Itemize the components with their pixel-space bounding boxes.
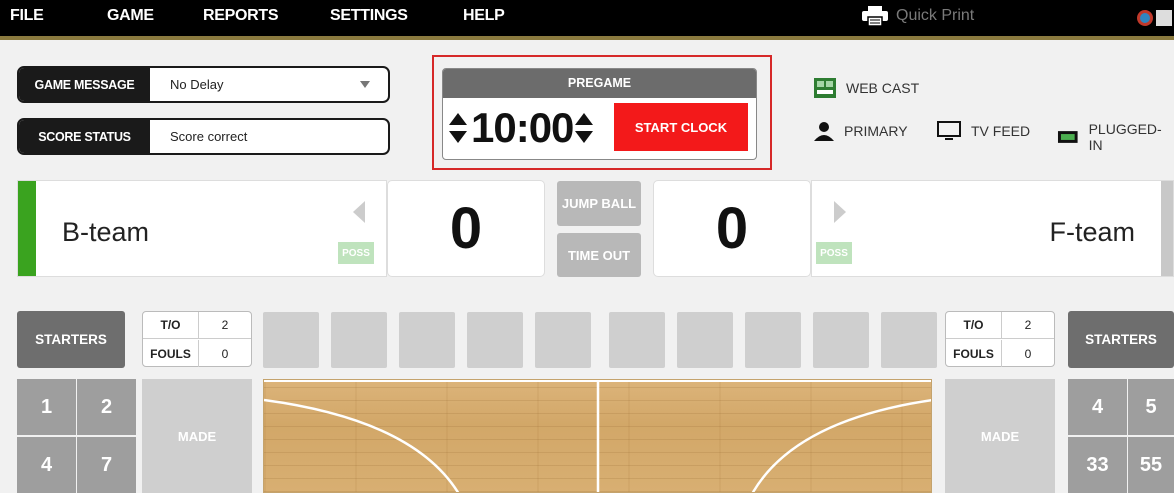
dropdown-caret-icon <box>360 81 370 88</box>
clock-time[interactable]: 10:00 <box>471 104 574 152</box>
score-status-label: SCORE STATUS <box>19 120 150 153</box>
home-starters-button[interactable]: STARTERS <box>17 311 125 368</box>
plugged-in-label: PLUGGED-IN <box>1088 121 1162 153</box>
away-oncourt-slot[interactable] <box>881 312 937 368</box>
home-timeouts-fouls: T/O 2 FOULS 0 <box>142 311 252 367</box>
away-oncourt-slot[interactable] <box>813 312 869 368</box>
primary-label: PRIMARY <box>844 123 908 139</box>
home-player-tile[interactable]: 1 <box>17 379 76 435</box>
home-player-tile[interactable]: 4 <box>17 437 76 493</box>
away-player-tile[interactable]: 33 <box>1068 437 1127 493</box>
battery-icon <box>1057 131 1078 143</box>
away-timeouts-value[interactable]: 2 <box>1001 312 1054 338</box>
away-player-tile[interactable]: 5 <box>1128 379 1174 435</box>
home-oncourt-slot[interactable] <box>331 312 387 368</box>
tv-feed-label: TV FEED <box>971 123 1031 139</box>
webcast-label: WEB CAST <box>846 80 920 96</box>
home-timeouts-value[interactable]: 2 <box>198 312 251 338</box>
game-message-label: GAME MESSAGE <box>19 68 150 101</box>
home-player-tile[interactable]: 2 <box>77 379 136 435</box>
away-oncourt-slot[interactable] <box>609 312 665 368</box>
menu-reports[interactable]: REPORTS <box>203 7 279 25</box>
menu-game[interactable]: GAME <box>107 7 154 25</box>
home-player-tile[interactable]: 7 <box>77 437 136 493</box>
webcast-icon <box>814 78 836 98</box>
away-player-tile[interactable]: 55 <box>1128 437 1174 493</box>
printer-icon <box>862 6 888 26</box>
home-timeouts-label: T/O <box>160 318 181 332</box>
webcast-status[interactable]: WEB CAST <box>814 78 919 98</box>
away-starters-button[interactable]: STARTERS <box>1068 311 1174 368</box>
start-clock-button[interactable]: START CLOCK <box>614 103 748 151</box>
home-score[interactable]: 0 <box>387 180 545 277</box>
away-timeouts-fouls: T/O 2 FOULS 0 <box>945 311 1055 367</box>
menu-help[interactable]: HELP <box>463 7 505 25</box>
tv-feed-status[interactable]: TV FEED <box>937 121 1030 141</box>
home-team-panel[interactable]: B-team POSS <box>17 180 387 277</box>
minutes-stepper-icon[interactable] <box>449 111 467 145</box>
away-oncourt-slot[interactable] <box>677 312 733 368</box>
away-score[interactable]: 0 <box>653 180 811 277</box>
home-oncourt-slot[interactable] <box>399 312 455 368</box>
period-label: PREGAME <box>443 69 756 98</box>
time-out-button[interactable]: TIME OUT <box>557 233 641 277</box>
menu-bar: FILE GAME REPORTS SETTINGS HELP Quick Pr… <box>0 0 1174 36</box>
away-made-button[interactable]: MADE <box>945 379 1055 493</box>
primary-status[interactable]: PRIMARY <box>814 121 908 141</box>
away-player-tile[interactable]: 4 <box>1068 379 1127 435</box>
app-logo-icon <box>1137 10 1172 26</box>
away-team-color-bar <box>1161 181 1173 276</box>
seconds-stepper-icon[interactable] <box>575 111 594 145</box>
away-timeouts-label: T/O <box>963 318 984 332</box>
home-possession-arrow-icon[interactable] <box>353 201 365 223</box>
home-oncourt-slot[interactable] <box>467 312 523 368</box>
basketball-court[interactable] <box>263 379 932 493</box>
monitor-icon <box>937 121 961 140</box>
home-fouls-value[interactable]: 0 <box>198 340 251 367</box>
away-possession-arrow-icon[interactable] <box>834 201 846 223</box>
score-status-field[interactable]: SCORE STATUS Score correct <box>17 118 390 155</box>
quick-print-button[interactable]: Quick Print <box>862 6 974 26</box>
home-fouls-label: FOULS <box>150 346 191 361</box>
game-message-value: No Delay <box>170 77 224 92</box>
menu-file[interactable]: FILE <box>10 7 44 25</box>
home-poss-badge[interactable]: POSS <box>338 242 374 264</box>
away-poss-badge[interactable]: POSS <box>816 242 852 264</box>
home-made-button[interactable]: MADE <box>142 379 252 493</box>
user-icon <box>814 122 834 141</box>
jump-ball-button[interactable]: JUMP BALL <box>557 181 641 226</box>
game-message-select[interactable]: GAME MESSAGE No Delay <box>17 66 390 103</box>
score-status-value: Score correct <box>170 129 248 144</box>
header-divider <box>0 36 1174 40</box>
home-oncourt-slot[interactable] <box>535 312 591 368</box>
away-oncourt-slot[interactable] <box>745 312 801 368</box>
quick-print-label: Quick Print <box>896 7 975 24</box>
away-team-name: F-team <box>1049 217 1135 247</box>
away-fouls-label: FOULS <box>953 346 994 361</box>
home-team-name: B-team <box>62 217 150 247</box>
clock-display: 10:00 <box>449 102 594 154</box>
away-fouls-value[interactable]: 0 <box>1001 340 1054 367</box>
away-team-panel[interactable]: POSS F-team <box>811 180 1174 277</box>
home-team-color-bar <box>18 181 36 276</box>
game-clock-panel: PREGAME 10:00 START CLOCK <box>442 68 757 160</box>
menu-settings[interactable]: SETTINGS <box>330 7 408 25</box>
home-oncourt-slot[interactable] <box>263 312 319 368</box>
plugged-in-status[interactable]: PLUGGED-IN <box>1057 121 1174 153</box>
court-lines <box>264 380 931 492</box>
